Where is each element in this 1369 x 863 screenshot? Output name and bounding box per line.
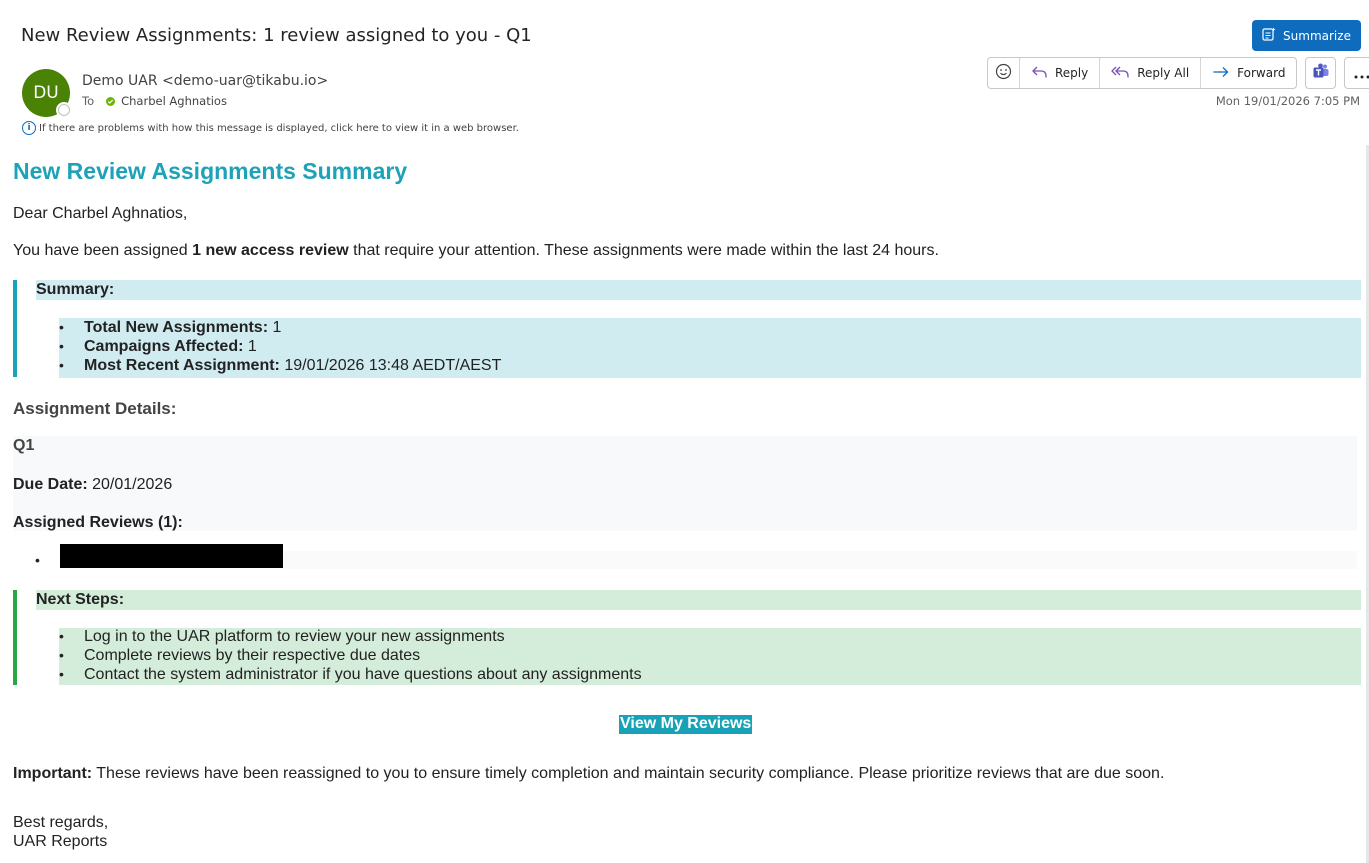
- teams-share-button[interactable]: [1305, 57, 1337, 89]
- intro-post: that require your attention. These assig…: [348, 242, 939, 259]
- reply-button[interactable]: Reply: [1019, 58, 1099, 88]
- greeting: Dear Charbel Aghnatios,: [13, 205, 188, 222]
- forward-arrow-icon: [1212, 65, 1230, 82]
- summary-item: Most Recent Assignment: 19/01/2026 13:48…: [59, 357, 1361, 376]
- recipient-row: To Charbel Aghnatios: [82, 94, 227, 108]
- due-date-label: Due Date:: [13, 476, 88, 493]
- sign-off: Best regards,: [13, 814, 109, 831]
- more-options-icon: [1354, 64, 1369, 83]
- reply-all-button[interactable]: Reply All: [1099, 58, 1200, 88]
- message-toolbar: Reply Reply All Forward: [987, 57, 1369, 89]
- email-title: New Review Assignments Summary: [13, 158, 408, 184]
- summary-item-label: Campaigns Affected:: [84, 338, 244, 355]
- summary-item-label: Total New Assignments:: [84, 319, 269, 336]
- summary-item-value: 19/01/2026 13:48 AEDT/AEST: [279, 357, 502, 374]
- next-step-item: Complete reviews by their respective due…: [59, 647, 1361, 666]
- due-date-value: 20/01/2026: [87, 476, 173, 493]
- view-my-reviews-button[interactable]: View My Reviews: [619, 715, 753, 734]
- next-steps-callout: Next Steps: Log in to the UAR platform t…: [13, 590, 1361, 685]
- next-step-item: Contact the system administrator if you …: [59, 666, 1361, 685]
- signature: UAR Reports: [13, 833, 108, 850]
- presence-status-icon: [56, 102, 72, 118]
- sender-address[interactable]: Demo UAR <demo-uar@tikabu.io>: [82, 73, 328, 89]
- available-status-icon: [106, 96, 116, 106]
- review-item-bg: [283, 551, 1357, 569]
- intro-bold: 1 new access review: [192, 242, 349, 259]
- campaign-block: [13, 436, 1357, 531]
- summary-title: Summary:: [36, 280, 1361, 300]
- assigned-reviews-heading: Assigned Reviews (1):: [13, 514, 183, 531]
- important-label: Important:: [13, 765, 93, 782]
- summary-item-label: Most Recent Assignment:: [84, 357, 280, 374]
- summary-item: Total New Assignments: 1: [59, 319, 1361, 338]
- view-in-browser-text: If there are problems with how this mess…: [39, 122, 519, 134]
- summarize-icon: [1262, 27, 1276, 44]
- reply-all-icon: [1111, 65, 1130, 82]
- summary-item-value: 1: [268, 319, 282, 336]
- summary-item: Campaigns Affected: 1: [59, 338, 1361, 357]
- intro-paragraph: You have been assigned 1 new access revi…: [13, 242, 939, 260]
- to-label: To: [82, 94, 95, 108]
- forward-button[interactable]: Forward: [1200, 58, 1296, 88]
- next-steps-list: Log in to the UAR platform to review you…: [59, 628, 1361, 685]
- recipient-name[interactable]: Charbel Aghnatios: [121, 94, 227, 108]
- next-step-item: Log in to the UAR platform to review you…: [59, 628, 1361, 647]
- important-text: These reviews have been reassigned to yo…: [92, 765, 1165, 782]
- next-steps-title: Next Steps:: [36, 590, 1361, 610]
- due-date: Due Date: 20/01/2026: [13, 476, 172, 494]
- assignment-details-heading: Assignment Details:: [13, 399, 177, 418]
- campaign-name: Q1: [13, 437, 35, 454]
- message-date: Mon 19/01/2026 7:05 PM: [1215, 94, 1360, 108]
- summary-list: Total New Assignments: 1 Campaigns Affec…: [59, 318, 1361, 378]
- summarize-button[interactable]: Summarize: [1252, 20, 1361, 51]
- reply-actions-group: Reply Reply All Forward: [987, 57, 1298, 89]
- view-in-browser-notice[interactable]: i If there are problems with how this me…: [22, 121, 519, 135]
- message-header: New Review Assignments: 1 review assigne…: [0, 0, 1369, 145]
- smiley-icon: [995, 63, 1012, 83]
- forward-label: Forward: [1237, 66, 1286, 80]
- teams-icon: [1312, 62, 1330, 84]
- intro-pre: You have been assigned: [13, 242, 193, 259]
- summary-item-value: 1: [243, 338, 257, 355]
- important-note: Important: These reviews have been reass…: [13, 765, 1164, 783]
- more-actions-button[interactable]: [1344, 57, 1369, 89]
- message-subject: New Review Assignments: 1 review assigne…: [21, 25, 532, 46]
- summary-callout: Summary: Total New Assignments: 1 Campai…: [13, 280, 1361, 378]
- review-item-bullet: •: [35, 552, 40, 568]
- summarize-label: Summarize: [1283, 28, 1351, 43]
- reply-all-label: Reply All: [1137, 66, 1190, 80]
- reply-icon: [1031, 65, 1048, 82]
- emoji-reaction-button[interactable]: [988, 58, 1019, 88]
- info-icon: i: [22, 121, 36, 135]
- reply-label: Reply: [1055, 66, 1089, 80]
- redacted-review-item: [60, 544, 283, 568]
